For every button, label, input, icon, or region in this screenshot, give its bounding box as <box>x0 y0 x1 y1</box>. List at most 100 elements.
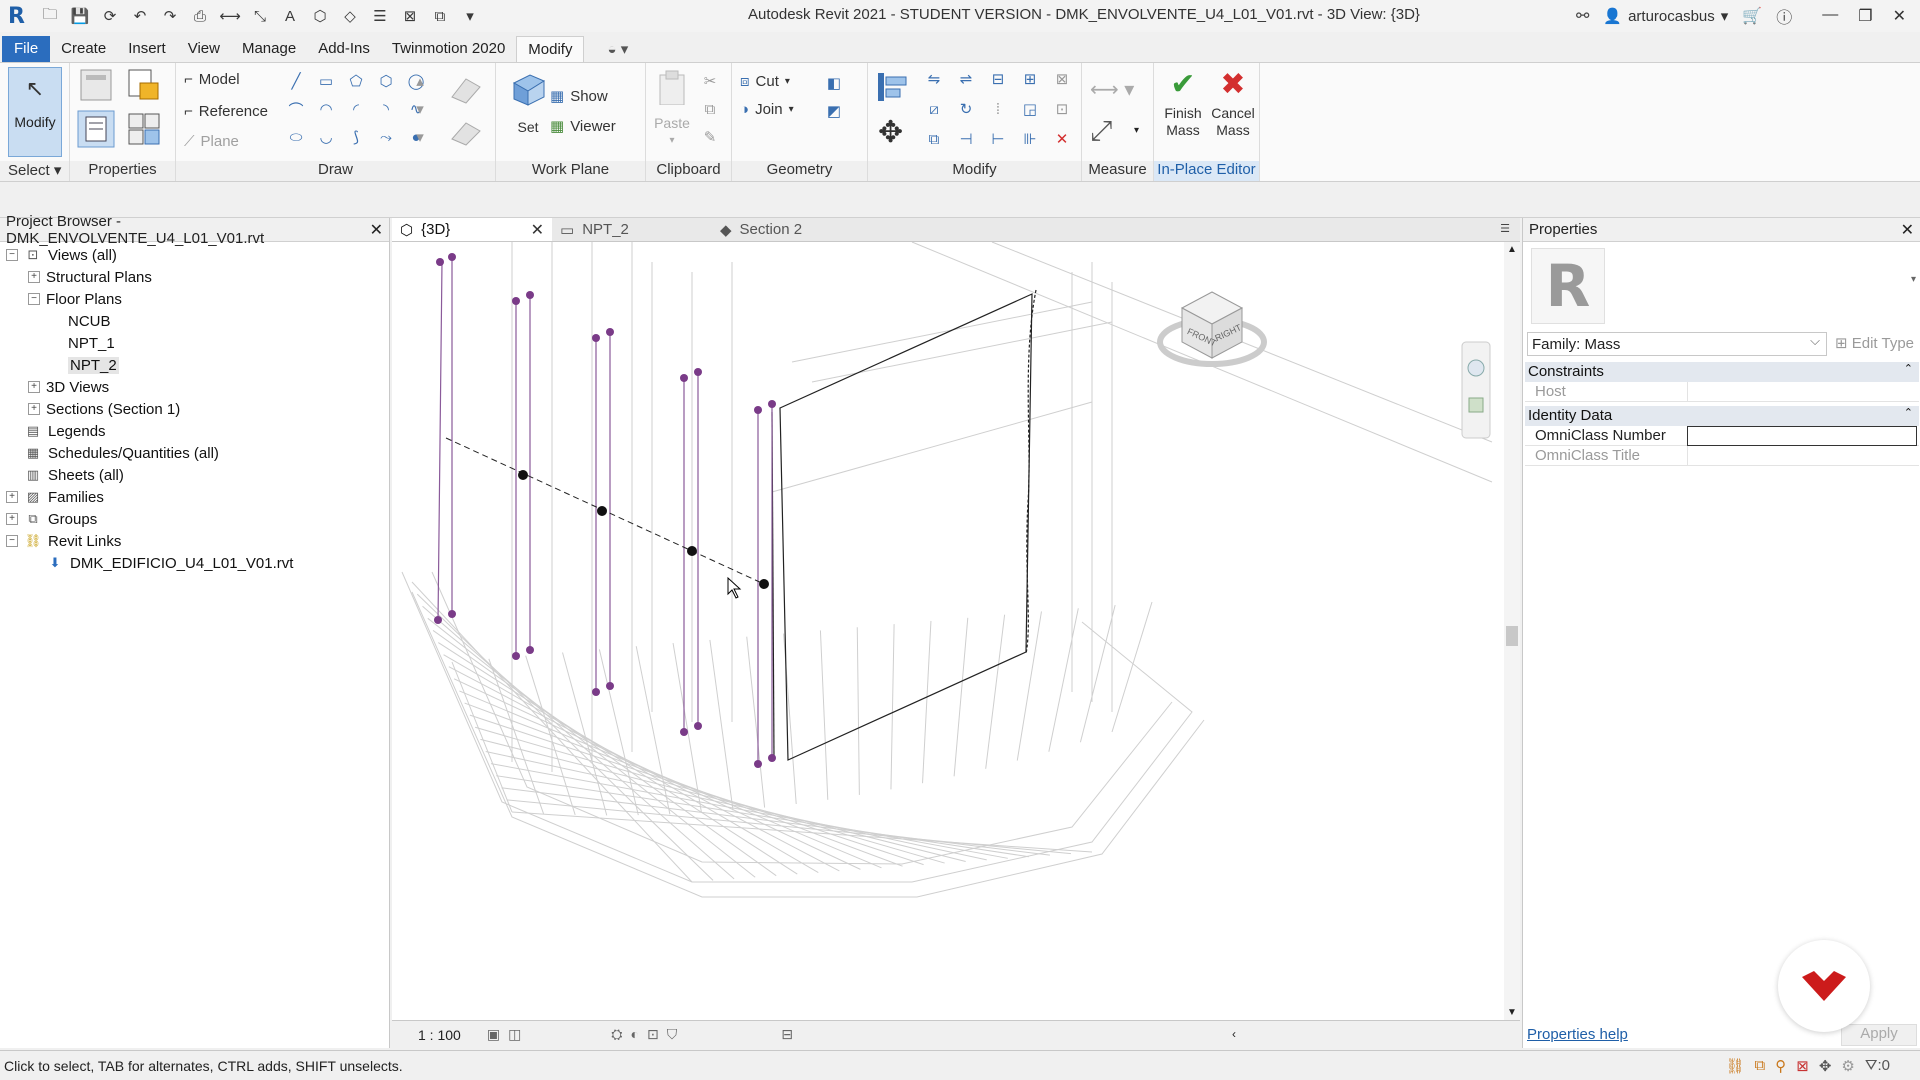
family-types-icon[interactable] <box>126 67 162 103</box>
expand-gallery-icon[interactable]: ▾ <box>410 127 430 147</box>
draw-on-face-icon[interactable] <box>446 69 486 109</box>
browser-item[interactable]: + Structural Plans <box>0 266 389 288</box>
expand-icon[interactable]: + <box>6 513 18 525</box>
paste-button[interactable]: Paste ▾ <box>650 69 694 149</box>
properties-help-link[interactable]: Properties help <box>1527 1026 1628 1043</box>
browser-item[interactable]: ▤ Legends <box>0 420 389 442</box>
3d-view-icon[interactable]: ⬡ <box>310 6 330 26</box>
view-tab-section2[interactable]: ◆ Section 2 <box>712 218 872 241</box>
rectangle-tool-icon[interactable]: ▭ <box>316 71 336 91</box>
fillet-arc-icon[interactable]: ◝ <box>376 99 396 119</box>
type-selector-chevron-icon[interactable]: ▾ <box>1911 274 1916 285</box>
scroll-up-icon[interactable]: ▴ <box>410 71 430 91</box>
split-face-icon[interactable]: ◧ <box>824 73 844 93</box>
apply-button[interactable]: Apply <box>1841 1024 1917 1046</box>
rotate-icon[interactable]: ↻ <box>956 99 976 119</box>
tab-twinmotion[interactable]: Twinmotion 2020 <box>381 36 516 62</box>
arc-center-icon[interactable]: ◠ <box>316 99 336 119</box>
expand-icon[interactable]: + <box>6 491 18 503</box>
collapse-icon[interactable]: − <box>6 535 18 547</box>
worksharing-display-icon[interactable]: ⊟ <box>781 1026 793 1043</box>
browser-item[interactable]: ▦ Schedules/Quantities (all) <box>0 442 389 464</box>
edit-type-button[interactable]: ⊞ Edit Type <box>1835 334 1914 352</box>
user-account[interactable]: 👤 arturocasbus ▾ <box>1603 7 1728 26</box>
modify-button[interactable]: ↖ Modify <box>8 67 62 157</box>
hermite-spline-icon[interactable]: ⟆ <box>346 127 366 147</box>
section-icon[interactable]: ◇ <box>340 6 360 26</box>
dimension-icon[interactable]: ⤡ <box>250 6 270 26</box>
pick-lines-icon[interactable]: ⤳ <box>376 127 396 147</box>
work-plane-viewer-button[interactable]: ▦ Viewer <box>550 117 616 136</box>
scale-icon[interactable]: ◲ <box>1020 99 1040 119</box>
browser-item[interactable]: + ⧉ Groups <box>0 508 389 530</box>
view-scale[interactable]: 1 : 100 <box>418 1027 461 1043</box>
join-geometry-button[interactable]: ◑ Join ▾ <box>740 101 794 118</box>
view-tab-npt2[interactable]: ▭ NPT_2 <box>552 218 712 241</box>
close-browser-icon[interactable]: ✕ <box>370 220 383 240</box>
copy-clipboard-icon[interactable]: ⧉ <box>700 99 720 119</box>
mirror-draw-icon[interactable]: ⇌ <box>956 69 976 89</box>
select-by-face-icon[interactable]: ⊠ <box>1796 1057 1809 1075</box>
model-line-button[interactable]: ⌐ Model <box>184 71 240 88</box>
browser-item[interactable]: ▥ Sheets (all) <box>0 464 389 486</box>
tab-modify[interactable]: Modify <box>516 36 585 62</box>
browser-item[interactable]: NCUB <box>0 310 389 332</box>
cut-clipboard-icon[interactable]: ✂ <box>700 71 720 91</box>
measure-icon[interactable]: ⟷ <box>219 6 241 26</box>
delete-icon[interactable]: ✕ <box>1052 129 1072 149</box>
mirror-axis-icon[interactable]: ⇋ <box>924 69 944 89</box>
split-element-icon[interactable]: ⊟ <box>988 69 1008 89</box>
collapse-icon[interactable]: − <box>6 249 18 261</box>
arc-tangent-icon[interactable]: ◜ <box>346 99 366 119</box>
copy-icon[interactable]: ⧉ <box>924 129 944 149</box>
partial-ellipse-icon[interactable]: ◡ <box>316 127 336 147</box>
collapse-icon[interactable]: ⌃ <box>1904 362 1913 375</box>
filter-icon[interactable]: ⛛:0 <box>1865 1057 1890 1075</box>
type-properties-icon[interactable] <box>78 67 114 103</box>
select-underlay-icon[interactable]: ⧉ <box>1755 1057 1766 1075</box>
browser-item[interactable]: +3D Views <box>0 376 389 398</box>
scroll-down-icon[interactable]: ▾ <box>410 99 430 119</box>
tab-manage[interactable]: Manage <box>231 36 307 62</box>
cancel-mass-button[interactable]: ✖ Cancel Mass <box>1210 67 1256 139</box>
contextual-toggle-icon[interactable]: ◒ ▾ <box>596 36 639 62</box>
group-identity-data[interactable]: Identity Data ⌃ <box>1525 406 1919 426</box>
finish-mass-button[interactable]: ✔ Finish Mass <box>1160 67 1206 139</box>
reference-line-button[interactable]: ⌐ Reference <box>184 103 268 120</box>
cart-icon[interactable]: 🛒 <box>1742 6 1762 26</box>
browser-item[interactable]: + Sections (Section 1) <box>0 398 389 420</box>
aligned-dimension-icon[interactable]: ⤢ <box>1090 115 1112 148</box>
array-icon[interactable]: ⁞ <box>988 99 1008 119</box>
drag-elements-icon[interactable]: ✥ <box>1819 1057 1832 1075</box>
trim-extend-single-icon[interactable]: ⊢ <box>988 129 1008 149</box>
undo-icon[interactable]: ↶ <box>130 6 150 26</box>
detail-level-icon[interactable]: ▣ <box>487 1026 500 1043</box>
family-selector[interactable]: Family: Mass <box>1527 332 1827 356</box>
crop-view-icon[interactable]: ⊡ <box>647 1026 659 1043</box>
navigation-bar[interactable] <box>1461 341 1491 439</box>
visual-style-icon[interactable]: ◫ <box>508 1026 521 1043</box>
line-tool-icon[interactable]: ╱ <box>286 71 306 91</box>
split-gap-icon[interactable]: ⊞ <box>1020 69 1040 89</box>
tab-view[interactable]: View <box>177 36 231 62</box>
trim-extend-corner-icon[interactable]: ⊣ <box>956 129 976 149</box>
sun-path-icon[interactable]: ⛭ <box>611 1026 622 1043</box>
circumscribed-polygon-icon[interactable]: ⬡ <box>376 71 396 91</box>
draw-on-workplane-icon[interactable] <box>446 113 486 153</box>
browser-item[interactable]: − ⛓ Revit Links <box>0 530 389 552</box>
binoculars-icon[interactable]: ⚯ <box>1576 6 1589 26</box>
tab-file[interactable]: File <box>2 36 51 62</box>
browser-item[interactable]: ⬇ DMK_EDIFICIO_U4_L01_V01.rvt <box>0 552 389 574</box>
redo-icon[interactable]: ↷ <box>160 6 180 26</box>
collapse-icon[interactable]: ⌃ <box>1904 406 1913 419</box>
save-icon[interactable]: 💾 <box>70 6 90 26</box>
polygon-tool-icon[interactable]: ⬠ <box>346 71 366 91</box>
select-pinned-icon[interactable]: ⚲ <box>1775 1057 1786 1075</box>
paint-icon[interactable]: ◩ <box>824 101 844 121</box>
scroll-down-arrow-icon[interactable]: ▼ <box>1507 1007 1517 1018</box>
pin-icon[interactable]: ⊠ <box>1052 69 1072 89</box>
group-constraints[interactable]: Constraints ⌃ <box>1525 362 1919 382</box>
switch-windows-icon[interactable]: ⧉ <box>430 6 450 26</box>
help-icon[interactable]: ⓘ <box>1776 4 1792 28</box>
align-icon[interactable] <box>874 69 910 105</box>
